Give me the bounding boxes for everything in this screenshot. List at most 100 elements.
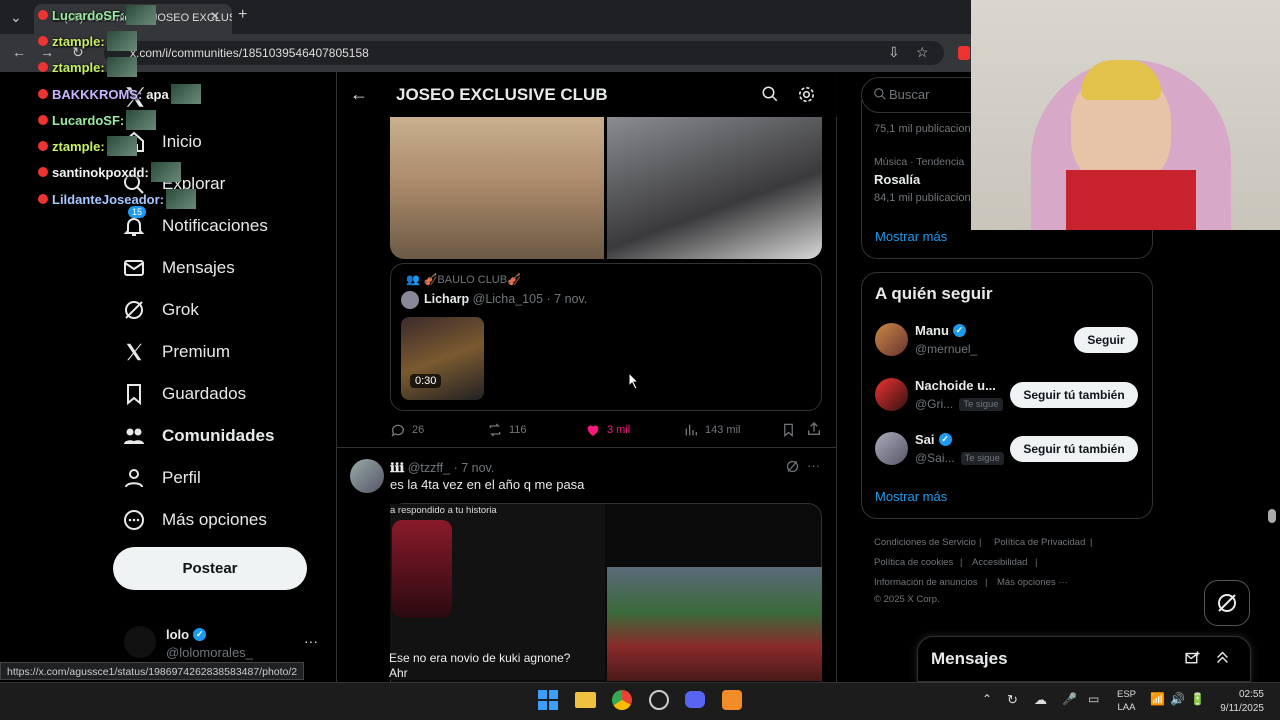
chat-username: ztample: (52, 33, 105, 49)
repost-button[interactable]: 116 (487, 422, 527, 438)
verified-icon: ✓ (193, 628, 207, 641)
footer-ads-link[interactable]: Información de anuncios (874, 577, 978, 588)
chat-emote-icon (126, 110, 157, 130)
nav-item-communities[interactable]: Comunidades (122, 421, 274, 451)
grok-icon (1215, 591, 1239, 620)
account-more-icon[interactable]: ··· (304, 633, 318, 649)
file-explorer-icon[interactable] (575, 692, 596, 708)
like-button[interactable]: 3 mil (585, 422, 630, 438)
follow-name[interactable]: Nachoide u... (915, 378, 996, 393)
account-name-row[interactable]: lolo ✓ (166, 627, 207, 642)
post2-photo-2[interactable] (607, 567, 822, 681)
chat-badge-icon (38, 36, 48, 46)
footer-sep: | (1090, 537, 1093, 548)
chat-badge-icon (38, 10, 48, 20)
nav-item-label: Comunidades (162, 426, 275, 445)
footer-terms-link[interactable]: Condiciones de Servicio (874, 537, 976, 548)
language-code: ESP (1117, 689, 1137, 700)
reply-button[interactable]: 26 (390, 422, 424, 438)
follow-button[interactable]: Seguir (1074, 327, 1138, 353)
follow-avatar[interactable] (875, 378, 908, 411)
footer-cookies-link[interactable]: Política de cookies (874, 557, 953, 568)
windows-start-icon[interactable] (538, 690, 558, 715)
nav-item-person[interactable]: Perfil (122, 463, 201, 493)
chat-username: ztample: (52, 138, 105, 154)
search-icon[interactable] (761, 85, 779, 108)
nav-item-grok[interactable]: Grok (122, 295, 199, 325)
wifi-icon[interactable]: 📶 (1150, 692, 1165, 706)
avatar[interactable] (124, 626, 156, 658)
bookmark-star-icon[interactable]: ☆ (916, 44, 929, 61)
views-button[interactable]: 143 mil (683, 422, 740, 438)
tray-chevron-icon[interactable]: ⌃ (982, 692, 992, 706)
tab-list-icon[interactable]: ⌄ (10, 9, 22, 26)
obs-icon[interactable] (649, 690, 669, 710)
share-icon[interactable] (806, 421, 822, 442)
follow-handle-text: @mernuel_ (915, 342, 978, 356)
quote-avatar (401, 291, 419, 309)
footer-accessibility-link[interactable]: Accesibilidad (972, 557, 1027, 568)
grok-post-icon[interactable] (785, 459, 800, 479)
quote-community: 🎻BAULO CLUB🎻 (423, 274, 521, 286)
battery-icon[interactable]: 🔋 (1190, 692, 1205, 706)
follow-handle-text: @Sai... (915, 451, 955, 465)
nav-item-bookmark[interactable]: Guardados (122, 379, 246, 409)
app-icon[interactable] (722, 690, 742, 710)
nav-item-more-circle[interactable]: Más opciones (122, 505, 267, 535)
nav-item-label: Notificaciones (162, 216, 268, 235)
nav-item-bell[interactable]: 15 Notificaciones (122, 206, 268, 241)
install-icon[interactable]: ⇩ (888, 44, 900, 61)
follow-button[interactable]: Seguir tú también (1010, 382, 1138, 408)
nav-item-label: Grok (162, 300, 199, 319)
discord-icon[interactable] (685, 691, 705, 708)
views-count: 143 mil (705, 424, 741, 436)
language-indicator[interactable]: ESP LAA (1117, 688, 1136, 714)
page-scrollbar-thumb[interactable] (1268, 509, 1276, 523)
nav-item-x-logo[interactable]: Premium (122, 337, 230, 367)
post-photo-2[interactable] (607, 117, 822, 259)
follow-name[interactable]: Manu ✓ (915, 323, 966, 338)
follow-show-more-link[interactable]: Mostrar más (875, 489, 947, 504)
sync-icon[interactable]: ↻ (1007, 692, 1018, 708)
chat-message: LildanteJoseador: (38, 189, 196, 209)
follow-avatar[interactable] (875, 432, 908, 465)
post-photo-1[interactable] (390, 117, 604, 259)
new-tab-icon[interactable]: + (238, 6, 247, 24)
follow-avatar[interactable] (875, 323, 908, 356)
back-arrow-icon[interactable]: ← (350, 84, 368, 105)
new-message-icon[interactable] (1184, 650, 1201, 672)
follow-name[interactable]: Sai ✓ (915, 432, 952, 447)
mic-icon[interactable]: 🎤 (1062, 692, 1077, 706)
extension-icon[interactable] (958, 46, 970, 60)
chat-message: LucardoSF: (38, 110, 157, 130)
chrome-icon[interactable] (612, 690, 632, 710)
clock[interactable]: 02:55 9/11/2025 (1220, 688, 1264, 716)
back-icon[interactable]: ← (12, 44, 26, 60)
trends-show-more-link[interactable]: Mostrar más (875, 229, 947, 244)
keyboard-layout: LAA (1117, 702, 1136, 713)
post2-avatar[interactable] (350, 459, 384, 493)
display-icon[interactable]: ▭ (1088, 692, 1099, 706)
repost-count: 116 (509, 424, 527, 436)
close-tab-icon[interactable]: ✕ (210, 9, 220, 23)
reply-count: 26 (412, 424, 425, 436)
trend2-name[interactable]: Rosalía (874, 172, 920, 187)
follow-handle: @mernuel_ (915, 342, 977, 356)
gear-icon[interactable] (797, 85, 816, 109)
reply-icon (391, 424, 404, 437)
url-input[interactable]: x.com/i/communities/1851039546407805158 (104, 41, 944, 65)
footer-more-link[interactable]: Más opciones ··· (997, 577, 1068, 588)
communities-small-icon: 👥 (406, 274, 420, 286)
chat-message: BAKKKROMS: apa (38, 84, 201, 104)
footer-privacy-link[interactable]: Política de Privacidad (994, 537, 1085, 548)
nav-item-label: Perfil (162, 468, 201, 487)
chat-message: ztample: (38, 31, 137, 51)
post-button[interactable]: Postear (113, 547, 307, 590)
expand-drawer-icon[interactable] (1214, 649, 1231, 671)
bookmark-post-icon[interactable] (781, 422, 796, 443)
follow-button[interactable]: Seguir tú también (1010, 436, 1138, 462)
post2-more-icon[interactable]: ··· (807, 458, 820, 473)
cloud-icon[interactable]: ☁ (1034, 692, 1047, 708)
nav-item-mail[interactable]: Mensajes (122, 253, 235, 283)
volume-icon[interactable]: 🔊 (1170, 692, 1185, 706)
